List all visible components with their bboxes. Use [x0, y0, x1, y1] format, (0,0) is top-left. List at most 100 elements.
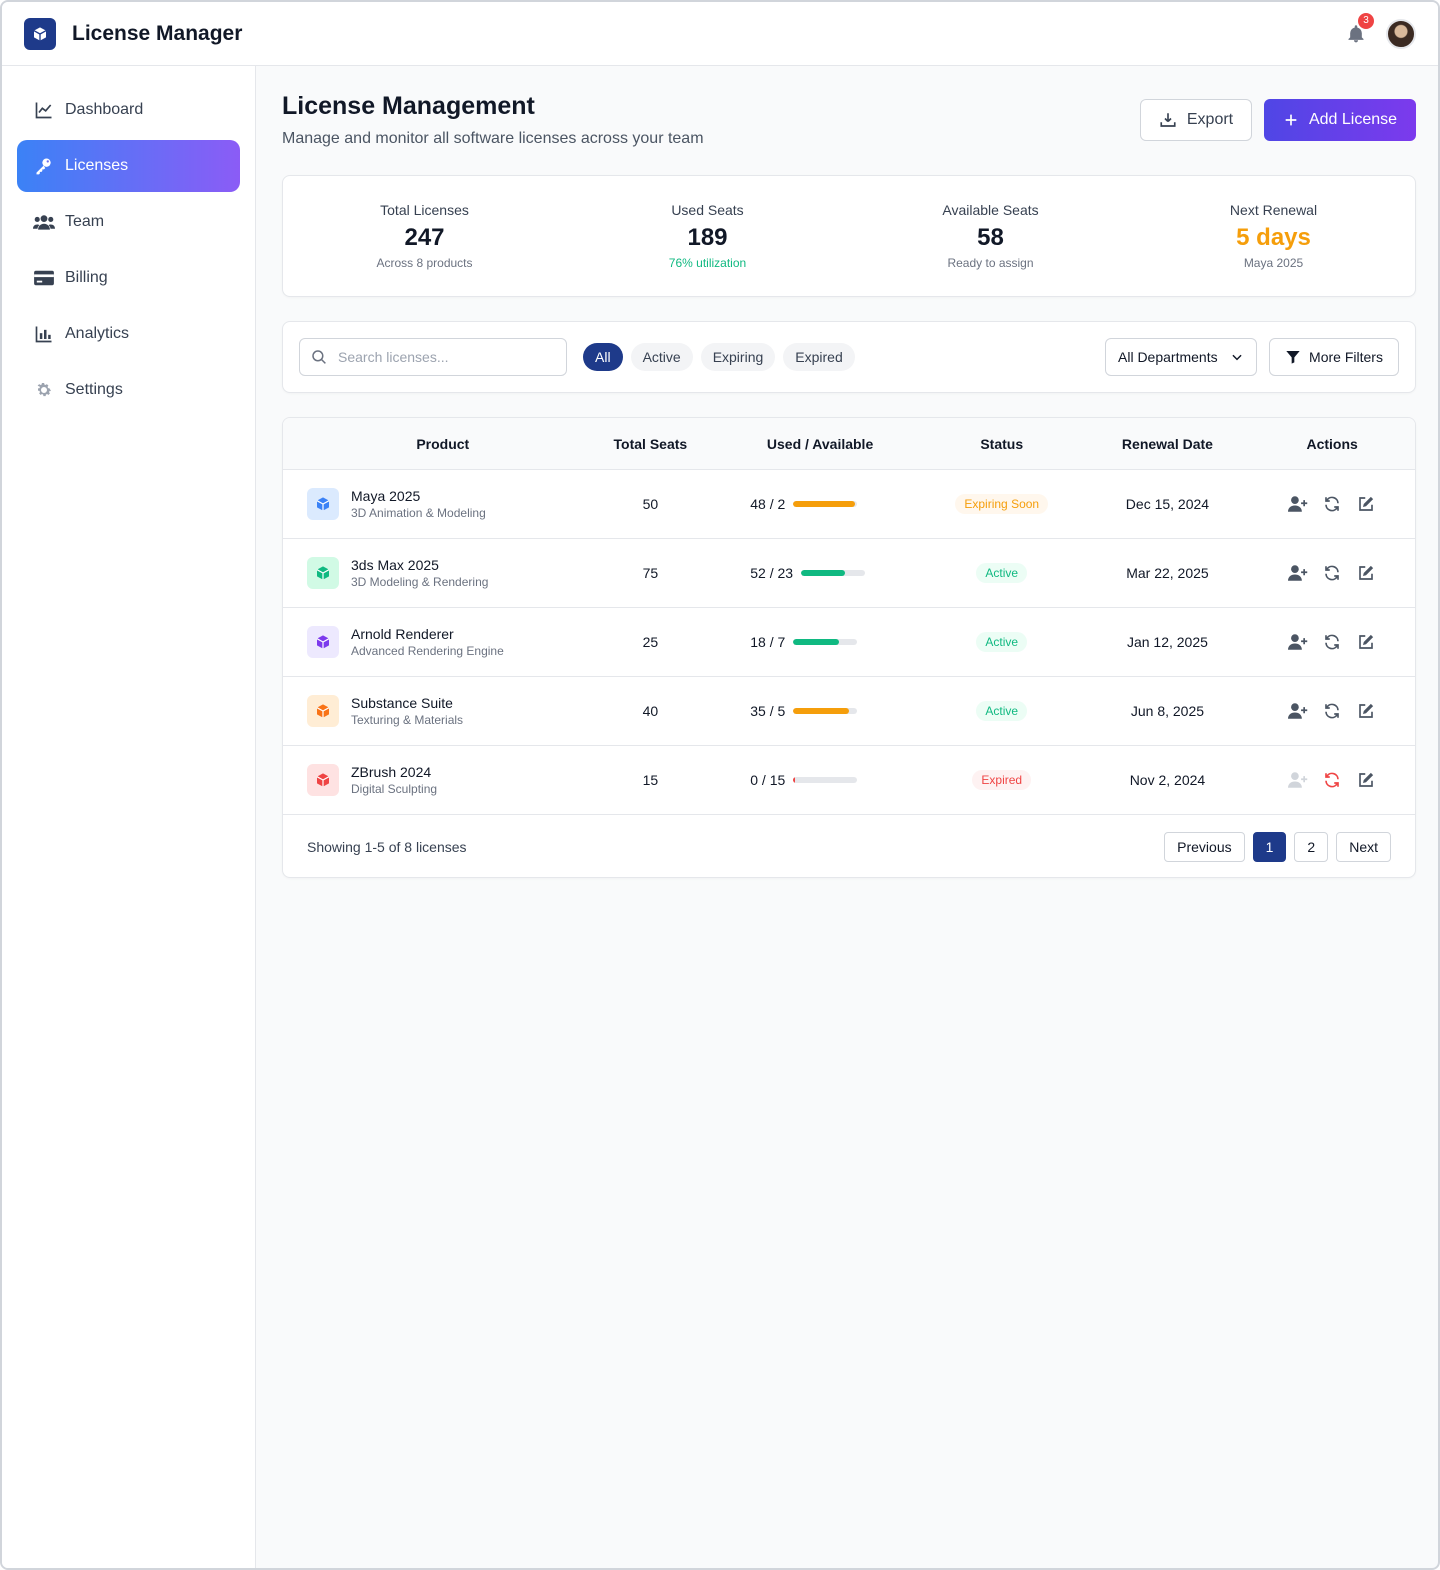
sidebar: Dashboard Licenses Team Billing Analytic… [2, 66, 256, 1568]
page-2-button[interactable]: 2 [1294, 831, 1329, 862]
add-license-button[interactable]: Add License [1264, 99, 1416, 141]
header-renewal-date[interactable]: Renewal Date [1086, 436, 1250, 452]
previous-page-button[interactable]: Previous [1164, 831, 1245, 862]
users-icon [33, 211, 55, 233]
export-button[interactable]: Export [1140, 99, 1252, 141]
product-icon [307, 764, 339, 796]
credit-card-icon [33, 267, 55, 289]
stat-sub: 76% utilization [668, 256, 747, 270]
edit-icon[interactable] [1356, 701, 1376, 721]
table-row: 3ds Max 2025 3D Modeling & Rendering 75 52 … [283, 539, 1415, 608]
stat-sub: Ready to assign [947, 256, 1034, 270]
search-input[interactable] [338, 349, 538, 365]
sidebar-item-settings[interactable]: Settings [17, 364, 240, 416]
stat-label: Total Licenses [380, 202, 469, 218]
showing-count: Showing 1-5 of 8 licenses [307, 838, 467, 855]
renew-icon[interactable] [1322, 632, 1342, 652]
product-name[interactable]: Substance Suite [351, 695, 463, 711]
assign-user-icon[interactable] [1288, 632, 1308, 652]
stat-value: 58 [977, 224, 1004, 251]
status-badge: Expiring Soon [955, 494, 1049, 514]
usage-bar [801, 570, 866, 576]
department-select[interactable]: All Departments [1105, 338, 1257, 376]
app-window: License Manager 3 Dashboard Licenses Tea… [0, 0, 1440, 1570]
product-name[interactable]: ZBrush 2024 [351, 764, 437, 780]
download-icon [1160, 113, 1176, 127]
product-cell: Arnold Renderer Advanced Rendering Engine [283, 626, 579, 658]
product-description: Texturing & Materials [351, 713, 464, 727]
stat-total-licenses: Total Licenses 247 Across 8 products [283, 176, 566, 296]
stat-value: 189 [687, 224, 728, 251]
usage-bar-fill [793, 777, 796, 783]
chip-expired[interactable]: Expired [783, 343, 855, 371]
status-cell: Active [918, 632, 1086, 652]
header-status[interactable]: Status [918, 436, 1086, 452]
product-name[interactable]: 3ds Max 2025 [351, 557, 488, 573]
renew-icon[interactable] [1322, 701, 1342, 721]
cube-icon [316, 497, 330, 511]
renew-icon[interactable] [1322, 494, 1342, 514]
add-license-label: Add License [1308, 111, 1398, 128]
chip-expiring[interactable]: Expiring [700, 343, 776, 371]
chevron-down-icon [1232, 354, 1242, 361]
main-content: License Management Manage and monitor al… [258, 66, 1438, 1568]
page-1-button[interactable]: 1 [1252, 831, 1287, 862]
status-badge: Active [976, 632, 1028, 652]
assign-user-icon [1288, 770, 1308, 790]
table-header: Product Total Seats Used / Available Sta… [283, 418, 1415, 470]
status-cell: Expired [918, 770, 1086, 790]
assign-user-icon[interactable] [1288, 494, 1308, 514]
next-page-button[interactable]: Next [1336, 831, 1391, 862]
used-available-cell: 0 / 15 [722, 772, 918, 788]
stat-available-seats: Available Seats 58 Ready to assign [849, 176, 1132, 296]
status-badge: Active [976, 701, 1028, 721]
edit-icon[interactable] [1356, 563, 1376, 583]
stat-used-seats: Used Seats 189 76% utilization [566, 176, 849, 296]
cube-icon [33, 26, 47, 41]
assign-user-icon[interactable] [1288, 563, 1308, 583]
user-avatar[interactable] [1386, 18, 1416, 49]
sidebar-item-licenses[interactable]: Licenses [17, 140, 240, 192]
header-product[interactable]: Product [283, 436, 579, 452]
chip-all[interactable]: All [583, 343, 623, 371]
assign-user-icon[interactable] [1288, 701, 1308, 721]
notifications-button[interactable]: 3 [1344, 12, 1374, 46]
filter-bar: All Active Expiring Expired All Departme… [282, 321, 1416, 393]
more-filters-button[interactable]: More Filters [1269, 338, 1399, 376]
usage-bar-fill [801, 570, 846, 576]
chip-active[interactable]: Active [630, 343, 693, 371]
pagination: Previous 1 2 Next [1164, 831, 1391, 862]
stat-label: Next Renewal [1229, 202, 1318, 218]
filter-icon [1286, 351, 1300, 364]
usage-bar-fill [793, 501, 855, 507]
actions-cell [1249, 701, 1415, 721]
renewal-date-cell: Nov 2, 2024 [1129, 772, 1206, 788]
header-total-seats[interactable]: Total Seats [579, 436, 723, 452]
sidebar-item-analytics[interactable]: Analytics [17, 308, 240, 360]
sidebar-item-team[interactable]: Team [17, 196, 240, 248]
table-row: Arnold Renderer Advanced Rendering Engine… [283, 608, 1415, 677]
product-icon [307, 695, 339, 727]
product-name[interactable]: Maya 2025 [351, 488, 486, 504]
stat-sub: Across 8 products [376, 256, 473, 270]
edit-icon[interactable] [1356, 632, 1376, 652]
chart-line-icon [33, 99, 55, 121]
page-header: License Management Manage and monitor al… [282, 66, 1416, 174]
table-footer: Showing 1-5 of 8 licenses Previous 1 2 N… [283, 815, 1415, 877]
plus-icon [1285, 114, 1297, 126]
sidebar-item-billing[interactable]: Billing [17, 252, 240, 304]
renewal-date-cell: Dec 15, 2024 [1125, 496, 1210, 512]
key-icon [33, 155, 55, 177]
sidebar-item-label: Analytics [65, 325, 130, 342]
header-used-available[interactable]: Used / Available [722, 436, 918, 452]
edit-icon[interactable] [1356, 494, 1376, 514]
renew-icon[interactable] [1322, 563, 1342, 583]
more-filters-label: More Filters [1309, 349, 1383, 365]
used-available-value: 18 / 7 [750, 634, 786, 650]
renew-icon[interactable] [1322, 770, 1342, 790]
edit-icon[interactable] [1356, 770, 1376, 790]
used-available-cell: 48 / 2 [722, 496, 918, 512]
product-name[interactable]: Arnold Renderer [351, 626, 504, 642]
stat-sub: Maya 2025 [1243, 256, 1304, 270]
sidebar-item-dashboard[interactable]: Dashboard [17, 84, 240, 136]
